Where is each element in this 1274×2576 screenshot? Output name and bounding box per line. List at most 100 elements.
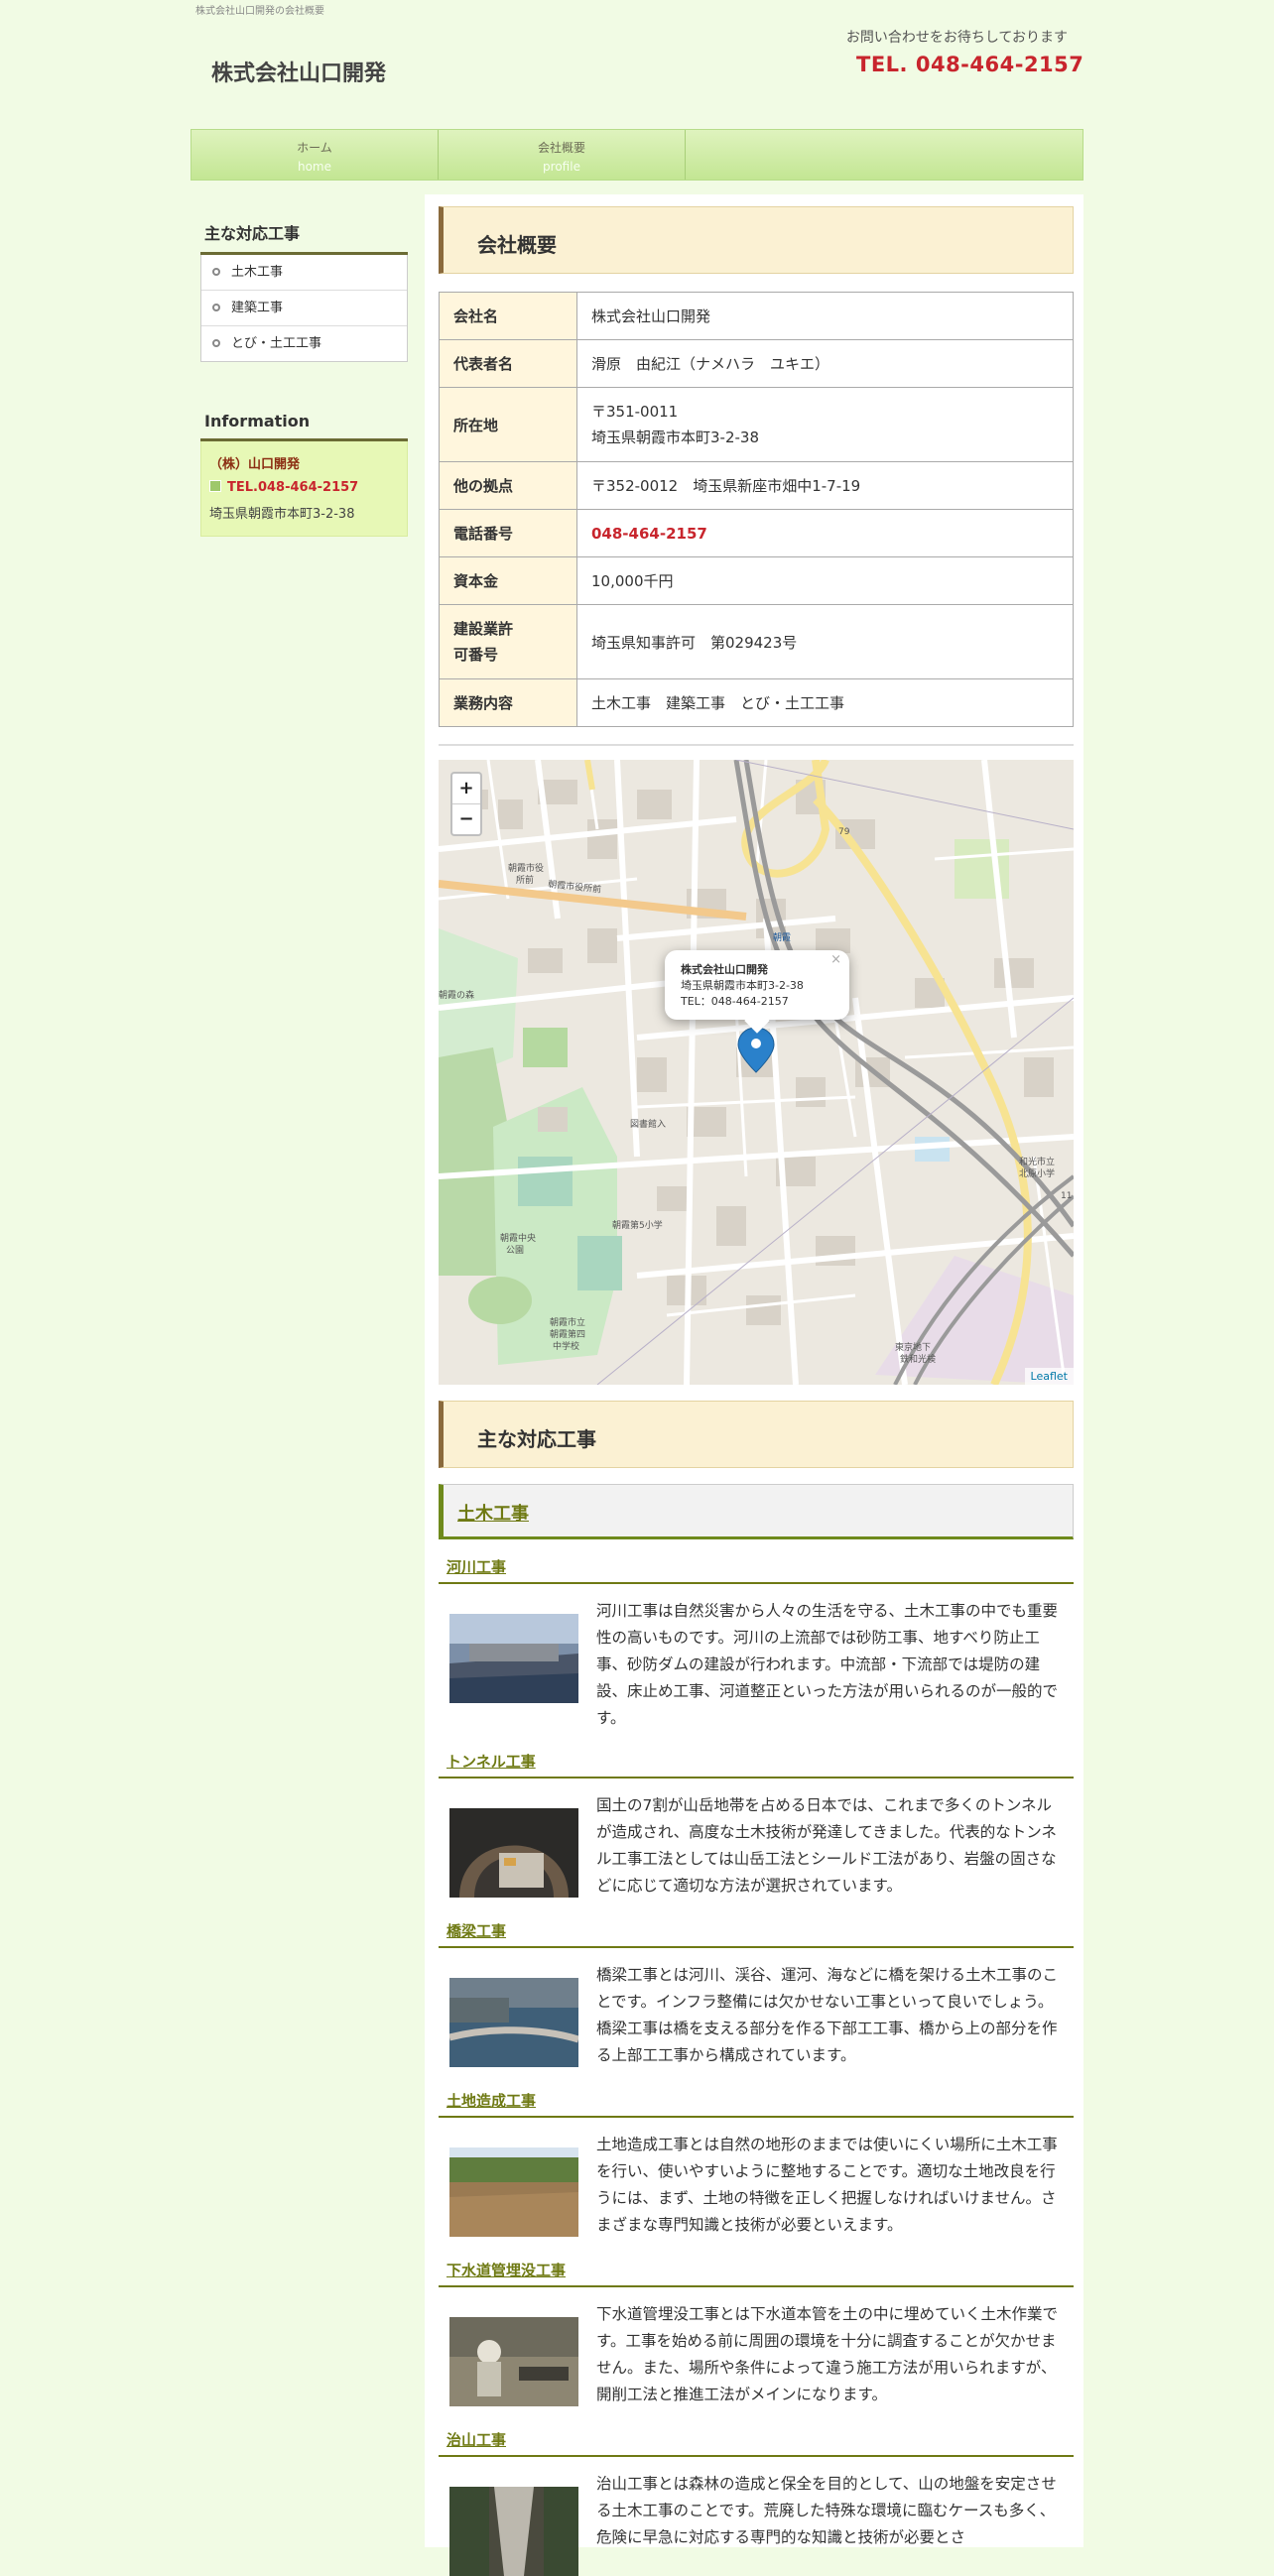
work-description: 治山工事とは森林の造成と保全を目的として、山の地盤を安定させる土木工事のことです… [596, 2475, 1057, 2546]
work-row: 国土の7割が山岳地帯を占める日本では、これまで多くのトンネルが造成され、高度な土… [439, 1792, 1074, 1900]
phone-icon [209, 480, 221, 492]
contact-message: お問い合わせをお待ちしております [845, 30, 1068, 46]
row-label: 電話番号 [439, 509, 577, 557]
map-label-city-hall-2: 所前 [516, 874, 534, 886]
works-category-heading[interactable]: 土木工事 [439, 1484, 1074, 1539]
map-label-library: 図書館入 [630, 1118, 666, 1130]
address: 埼玉県朝霞市本町3-2-38 [591, 429, 759, 446]
sidebar-item-label: 土木工事 [231, 265, 284, 280]
popup-address: 埼玉県朝霞市本町3-2-38 [681, 979, 804, 992]
work-item: トンネル工事 国土の7割が山岳地帯を占める日本では、これまで多くのトンネルが造成… [439, 1751, 1074, 1900]
map[interactable]: 朝霞市役 所前 朝霞市役所前 79 朝霞 朝霞の森 図書館入 朝霞第5小学 朝霞… [439, 760, 1074, 1385]
nav-label-en: profile [543, 160, 580, 174]
work-title[interactable]: 治山工事 [439, 2429, 1074, 2457]
global-nav: ホーム home 会社概要 profile [191, 129, 1083, 181]
row-label: 会社名 [439, 292, 577, 340]
nav-item-home[interactable]: ホーム home [191, 130, 439, 180]
map-popup: × 株式会社山口開発 埼玉県朝霞市本町3-2-38 TEL：048-464-21… [665, 950, 849, 1034]
row-label: 資本金 [439, 556, 577, 605]
table-row: 電話番号 048-464-2157 [439, 509, 1074, 557]
row-value: 株式会社山口開発 [576, 292, 1074, 340]
work-title[interactable]: 下水道管埋没工事 [439, 2260, 1074, 2287]
work-row: 下水道管埋没工事とは下水道本管を土の中に埋めていく土木作業です。工事を始める前に… [439, 2301, 1074, 2408]
sidebar-item-label: とび・土工工事 [231, 336, 322, 351]
sidebar-item-label: 建築工事 [231, 301, 284, 315]
tunnel-construction-photo [449, 1808, 578, 1898]
map-label-jhs-3: 中学校 [553, 1340, 579, 1352]
map-label-city-hall-1: 朝霞市役 [508, 862, 544, 874]
works-heading: 主な対応工事 [439, 1401, 1074, 1468]
work-item: 土地造成工事 土地造成工事とは自然の地形のままでは使いにくい場所に土木工事を行い… [439, 2090, 1074, 2239]
map-label-forest: 朝霞の森 [439, 989, 474, 1001]
forest-conservation-photo [449, 2487, 578, 2576]
work-description: 河川工事は自然災害から人々の生活を守る、土木工事の中でも重要性の高いものです。河… [596, 1602, 1059, 1727]
sidebar-item-civil[interactable]: 土木工事 [201, 255, 407, 290]
sidebar: 主な対応工事 土木工事 建築工事 とび・土工工事 Information （株）… [200, 208, 408, 537]
map-label-jhs-2: 朝霞第四 [550, 1328, 585, 1340]
map-attribution[interactable]: Leaflet [1024, 1368, 1074, 1385]
map-label-park: 朝霞中央 [500, 1232, 536, 1244]
map-label-park-2: 公園 [506, 1245, 524, 1256]
work-title[interactable]: トンネル工事 [439, 1751, 1074, 1779]
work-title[interactable]: 土地造成工事 [439, 2090, 1074, 2118]
company-profile-table: 会社名 株式会社山口開発 代表者名 滑原 由紀江（ナメハラ ユキエ） 所在地 〒… [439, 292, 1074, 727]
site-title[interactable]: 株式会社山口開発 [211, 56, 386, 87]
work-title[interactable]: 河川工事 [439, 1556, 1074, 1584]
nav-label-en: home [297, 160, 332, 174]
map-label-jhs: 朝霞市立 [550, 1316, 585, 1328]
zoom-in-button[interactable]: + [452, 774, 480, 804]
map-tiles: 朝霞市役 所前 朝霞市役所前 79 朝霞 朝霞の森 図書館入 朝霞第5小学 朝霞… [439, 760, 1074, 1385]
info-box: （株）山口開発 TEL.048-464-2157 埼玉県朝霞市本町3-2-38 [200, 441, 408, 537]
map-label-metro-2: 鉄和光検 [900, 1353, 936, 1365]
work-row: 橋梁工事とは河川、渓谷、運河、海などに橋を架ける土木工事のことです。インフラ整備… [439, 1962, 1074, 2069]
work-title[interactable]: 橋梁工事 [439, 1920, 1074, 1948]
map-label-school5: 朝霞第5小学 [612, 1219, 663, 1231]
work-item: 治山工事 治山工事とは森林の造成と保全を目的として、山の地盤を安定させる土木工事… [439, 2429, 1074, 2576]
map-label-route-11: 11 [1061, 1191, 1072, 1201]
sidebar-works-title: 主な対応工事 [200, 208, 408, 255]
zoom-out-button[interactable]: − [452, 804, 480, 834]
row-value: 〒352-0012 埼玉県新座市畑中1-7-19 [576, 461, 1074, 510]
row-value: 埼玉県知事許可 第029423号 [576, 604, 1074, 679]
map-label-metro: 東京地下 [895, 1341, 931, 1353]
nav-label-jp: 会社概要 [537, 141, 585, 155]
bullet-icon [212, 304, 220, 311]
table-row: 他の拠点 〒352-0012 埼玉県新座市畑中1-7-19 [439, 461, 1074, 510]
table-row: 資本金 10,000千円 [439, 556, 1074, 605]
info-tel[interactable]: TEL.048-464-2157 [227, 480, 358, 495]
map-zoom-control: + − [450, 772, 482, 836]
work-row: 土地造成工事とは自然の地形のままでは使いにくい場所に土木工事を行い、使いやすいよ… [439, 2132, 1074, 2239]
land-development-photo [449, 2147, 578, 2237]
sidebar-item-scaffolding[interactable]: とび・土工工事 [201, 325, 407, 361]
row-label: 業務内容 [439, 678, 577, 727]
row-label: 所在地 [439, 387, 577, 462]
info-address: 埼玉県朝霞市本町3-2-38 [209, 507, 355, 522]
row-value: 滑原 由紀江（ナメハラ ユキエ） [576, 339, 1074, 388]
row-label: 他の拠点 [439, 461, 577, 510]
sidebar-info-title: Information [200, 400, 408, 441]
site-tagline: 株式会社山口開発の会社概要 [195, 6, 324, 17]
work-description: 橋梁工事とは河川、渓谷、運河、海などに橋を架ける土木工事のことです。インフラ整備… [596, 1966, 1059, 2064]
work-description: 国土の7割が山岳地帯を占める日本では、これまで多くのトンネルが造成され、高度な土… [596, 1796, 1057, 1895]
row-value: 10,000千円 [576, 556, 1074, 605]
info-company: （株）山口開発 [209, 457, 301, 472]
work-row: 治山工事とは森林の造成と保全を目的として、山の地盤を安定させる土木工事のことです… [439, 2471, 1074, 2576]
close-icon[interactable]: × [830, 952, 841, 968]
work-item: 橋梁工事 橋梁工事とは河川、渓谷、運河、海などに橋を架ける土木工事のことです。イ… [439, 1920, 1074, 2069]
sidebar-item-building[interactable]: 建築工事 [201, 290, 407, 325]
bullet-icon [212, 268, 220, 276]
phone-link[interactable]: 048-464-2157 [576, 509, 1074, 557]
table-row: 会社名 株式会社山口開発 [439, 292, 1074, 340]
bridge-construction-photo [449, 1978, 578, 2067]
header-phone[interactable]: TEL. 048-464-2157 [856, 53, 1083, 76]
table-row: 建設業許 可番号 埼玉県知事許可 第029423号 [439, 604, 1074, 679]
row-value: 土木工事 建築工事 とび・土工工事 [576, 678, 1074, 727]
map-label-wako-2: 北原小学 [1019, 1167, 1055, 1179]
work-item: 下水道管埋没工事 下水道管埋没工事とは下水道本管を土の中に埋めていく土木作業です… [439, 2260, 1074, 2408]
row-label: 建設業許 可番号 [439, 604, 577, 679]
sidebar-works-list: 土木工事 建築工事 とび・土工工事 [200, 255, 408, 362]
main-content: 会社概要 会社名 株式会社山口開発 代表者名 滑原 由紀江（ナメハラ ユキエ） … [425, 194, 1083, 2576]
work-item: 河川工事 河川工事は自然災害から人々の生活を守る、土木工事の中でも重要性の高いも… [439, 1556, 1074, 1732]
nav-item-profile[interactable]: 会社概要 profile [439, 130, 686, 180]
info-tel-row: TEL.048-464-2157 [209, 480, 399, 495]
